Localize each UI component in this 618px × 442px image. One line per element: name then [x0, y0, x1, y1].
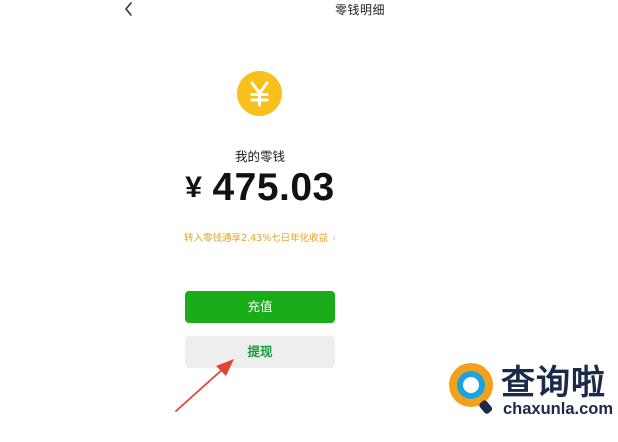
balance-amount: ¥475.03: [0, 166, 520, 210]
withdraw-button[interactable]: 提现: [185, 336, 335, 368]
currency-symbol: ¥: [185, 171, 203, 204]
watermark-title: 查询啦: [501, 363, 606, 403]
chevron-right-icon: ›: [332, 233, 336, 244]
watermark-url: chaxunla.com: [503, 400, 614, 418]
chevron-left-icon[interactable]: [122, 1, 136, 17]
topup-button[interactable]: 充值: [185, 291, 335, 323]
page-title: 零钱明细: [335, 3, 386, 17]
magnifier-logo-icon: [449, 363, 493, 414]
balance-label: 我的零钱: [234, 149, 285, 164]
watermark: 查询啦 chaxunla.com: [438, 352, 618, 432]
yuan-coin-icon: [237, 71, 282, 116]
balance-value: 475.03: [212, 166, 335, 209]
yield-promo-text: 转入零钱通享2.43%七日年化收益: [184, 233, 329, 244]
yield-promo-link[interactable]: 转入零钱通享2.43%七日年化收益 ›: [0, 230, 520, 244]
